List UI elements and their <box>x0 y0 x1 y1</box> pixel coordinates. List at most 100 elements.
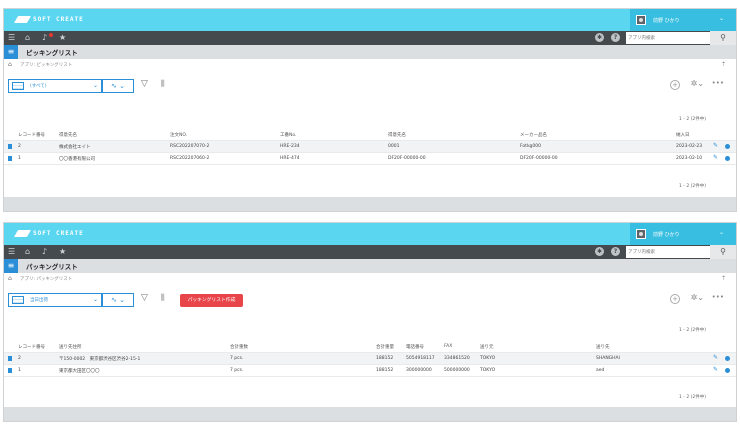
table-icon <box>12 296 24 304</box>
edit-icon[interactable]: ✎ <box>713 142 718 149</box>
record-detail-icon[interactable] <box>8 368 12 373</box>
column-header[interactable]: 合計重量 <box>376 344 394 350</box>
search-input[interactable] <box>626 32 710 44</box>
star-icon[interactable]: ★ <box>59 33 66 43</box>
bell-icon[interactable]: ♪ <box>42 33 47 43</box>
table-cell: DF20F-00000-00 <box>388 156 426 161</box>
info-icon[interactable] <box>725 144 730 149</box>
edit-icon[interactable]: ✎ <box>713 154 718 161</box>
more-icon[interactable]: ••• <box>712 79 724 87</box>
user-menu[interactable]: 前野 ひかり ⌄ <box>630 9 736 31</box>
table-icon <box>12 82 24 90</box>
menu-icon[interactable]: ☰ <box>8 247 15 257</box>
table-row[interactable]: 1 〇〇香港有限公司 RSC202207060-2 HRE-474 DF20F-… <box>4 153 736 165</box>
filter-icon[interactable]: ▽ <box>141 293 148 303</box>
main-toolbar: ☰ ⌂ ♪ ★ ✱ ? ⚲ <box>4 31 736 45</box>
column-header[interactable]: 合計重数 <box>230 344 248 350</box>
gear-icon[interactable]: ✱ <box>595 33 604 42</box>
picking-list-window: SOFT CREATE 前野 ひかり ⌄ ☰ ⌂ ♪ ★ ✱ ? ⚲ ≡ ピッキ… <box>3 8 737 212</box>
column-header[interactable]: 電話番号 <box>406 344 424 350</box>
search-icon[interactable]: ⚲ <box>710 245 736 259</box>
brand-name: SOFT CREATE <box>33 230 84 237</box>
chart-icon[interactable]: ⫼ <box>161 79 165 89</box>
table-cell: 2023-02-23 <box>676 144 703 149</box>
table-cell: HRE-234 <box>280 144 300 149</box>
table-cell: 1 <box>18 368 21 373</box>
bell-icon[interactable]: ♪ <box>42 247 47 257</box>
record-count-bottom: 1 - 2 (2件中) <box>678 184 706 189</box>
breadcrumb: ⌂ アプリ: パッキングリスト ⇡ <box>4 273 736 285</box>
search-icon[interactable]: ⚲ <box>710 31 736 45</box>
column-header[interactable]: 注文NO. <box>170 132 187 138</box>
record-table: レコード番号 送り先住所 合計重数 合計重量 電話番号 FAX 送り元 送り先 … <box>4 341 736 377</box>
brand-logo[interactable]: SOFT CREATE <box>13 16 84 23</box>
user-menu[interactable]: 前野 ひかり ⌄ <box>630 223 736 245</box>
graph-button[interactable]: ∿ ⌄ <box>102 79 134 93</box>
column-header[interactable]: 得意先名 <box>388 132 406 138</box>
more-icon[interactable]: ••• <box>712 293 724 301</box>
menu-icon[interactable]: ☰ <box>8 33 15 43</box>
help-icon[interactable]: ? <box>611 33 620 42</box>
brand-logo[interactable]: SOFT CREATE <box>13 230 84 237</box>
filter-icon[interactable]: ▽ <box>141 79 148 89</box>
add-record-button[interactable]: + <box>670 294 680 304</box>
add-record-button[interactable]: + <box>670 80 680 90</box>
search-input[interactable] <box>626 246 710 258</box>
column-header[interactable]: 送り先住所 <box>59 344 82 350</box>
info-icon[interactable] <box>725 356 730 361</box>
column-header[interactable]: 得意先名 <box>59 132 77 138</box>
record-detail-icon[interactable] <box>8 144 12 149</box>
edit-icon[interactable]: ✎ <box>713 354 718 361</box>
home-icon[interactable]: ⌂ <box>25 33 30 43</box>
column-header[interactable]: レコード番号 <box>18 132 45 138</box>
record-detail-icon[interactable] <box>8 356 12 361</box>
table-row[interactable]: 2 株式会社エイト RSC202207070-2 HRE-234 0001 Fo… <box>4 141 736 153</box>
view-select[interactable]: 当日出荷 ⌄ <box>8 293 102 307</box>
table-cell: 5054918117 <box>406 356 435 361</box>
column-header[interactable]: レコード番号 <box>18 344 45 350</box>
column-header[interactable]: メーカー品名 <box>520 132 547 138</box>
home-icon[interactable]: ⌂ <box>25 247 30 257</box>
table-cell: 2 <box>18 356 21 361</box>
record-count-top: 1 - 2 (2件中) <box>678 328 706 333</box>
breadcrumb-text[interactable]: アプリ: パッキングリスト <box>20 276 72 282</box>
table-cell: 2023-02-10 <box>676 156 703 161</box>
settings-icon[interactable]: ✲⌄ <box>691 293 704 302</box>
view-select[interactable]: (すべて) ⌄ <box>8 79 102 93</box>
help-icon[interactable]: ? <box>611 247 620 256</box>
pin-icon[interactable]: ⇡ <box>721 275 726 282</box>
column-header[interactable]: 工番No. <box>280 132 296 138</box>
graph-button[interactable]: ∿ ⌄ <box>102 293 134 307</box>
table-cell: 188152 <box>376 368 394 373</box>
table-row[interactable]: 1 東京都大田区〇〇〇 7 pcs. 188152 300000000 5000… <box>4 365 736 377</box>
footer-bar <box>4 197 736 211</box>
table-cell: TOKYO <box>480 368 496 373</box>
star-icon[interactable]: ★ <box>59 247 66 257</box>
list-icon: ≡ <box>4 259 18 273</box>
gear-icon[interactable]: ✱ <box>595 247 604 256</box>
table-cell: 0001 <box>388 144 400 149</box>
create-packing-list-button[interactable]: パッキングリスト作成 <box>180 294 243 307</box>
chevron-down-icon: ⌄ <box>92 296 98 303</box>
info-icon[interactable] <box>725 368 730 373</box>
table-cell: 2 <box>18 144 21 149</box>
column-header[interactable]: 送り元 <box>480 344 494 350</box>
info-icon[interactable] <box>725 156 730 161</box>
packing-list-window: SOFT CREATE 前野 ひかり ⌄ ☰ ⌂ ♪ ★ ✱ ? ⚲ ≡ パッキ… <box>3 222 737 422</box>
breadcrumb-text[interactable]: アプリ: ピッキングリスト <box>20 62 72 68</box>
home-icon[interactable]: ⌂ <box>8 61 12 68</box>
app-header: SOFT CREATE 前野 ひかり ⌄ <box>4 223 736 245</box>
edit-icon[interactable]: ✎ <box>713 366 718 373</box>
column-header[interactable]: 納入日 <box>676 132 690 138</box>
table-header: レコード番号 得意先名 注文NO. 工番No. 得意先名 メーカー品名 納入日 <box>4 129 736 141</box>
home-icon[interactable]: ⌂ <box>8 275 12 282</box>
chart-icon[interactable]: ⫼ <box>161 293 165 303</box>
pin-icon[interactable]: ⇡ <box>721 61 726 68</box>
settings-icon[interactable]: ✲⌄ <box>691 79 704 88</box>
chevron-down-icon: ⌄ <box>92 82 98 89</box>
column-header[interactable]: 送り先 <box>596 344 610 350</box>
record-detail-icon[interactable] <box>8 156 12 161</box>
column-header[interactable]: FAX <box>444 344 452 349</box>
table-cell: 株式会社エイト <box>59 145 91 150</box>
table-row[interactable]: 2 〒150-0002 東京都渋谷区渋谷2-15-1 7 pcs. 188152… <box>4 353 736 365</box>
